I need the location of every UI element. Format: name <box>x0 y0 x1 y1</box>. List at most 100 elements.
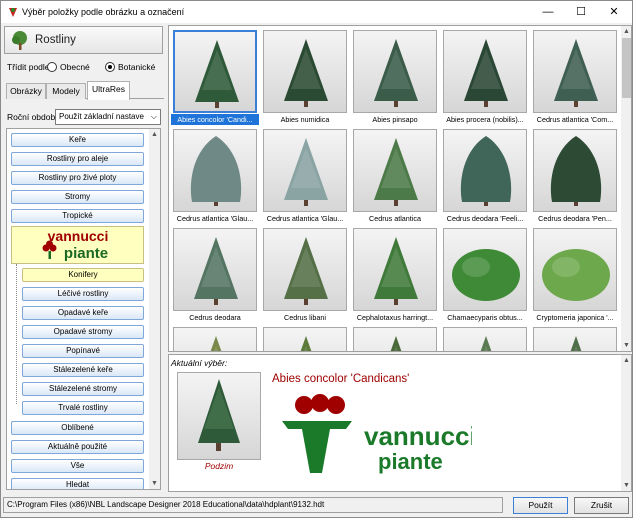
plant-thumbnail <box>173 228 257 311</box>
plant-tile[interactable]: Cryptomeria japonica '... <box>531 226 619 324</box>
plant-tile[interactable]: Chamaecyparis obtus... <box>441 226 529 324</box>
vannucci-piante-group[interactable]: vannucci piante <box>11 226 144 264</box>
plant-caption: Abies procera (nobilis)... <box>446 115 524 124</box>
plant-caption: Cedrus atlantica <box>369 214 421 223</box>
cancel-button[interactable]: Zrušit <box>574 497 629 514</box>
list-item[interactable]: Stromy <box>11 190 144 204</box>
sort-options: Třídit podle Obecné Botanické <box>7 61 165 75</box>
plant-tile[interactable] <box>441 325 529 351</box>
plant-thumbnail <box>353 129 437 212</box>
plant-thumbnail <box>443 327 527 351</box>
scroll-down-icon[interactable]: ▼ <box>149 478 160 489</box>
list-item[interactable]: Hledat <box>11 478 144 489</box>
view-tabs: Obrázky Modely UltraRes <box>6 81 164 100</box>
sub-list-item[interactable]: Stálezelené keře <box>22 363 144 377</box>
plant-tile[interactable]: Abies procera (nobilis)... <box>441 28 529 126</box>
plant-caption: Abies concolor 'Candi... <box>171 114 259 125</box>
plant-tile[interactable] <box>531 325 619 351</box>
plant-caption: Cedrus deodara 'Feeli... <box>446 214 524 223</box>
conifer-icon <box>284 138 328 206</box>
plant-thumbnail <box>443 129 527 212</box>
conifer-icon <box>374 237 418 305</box>
plant-tile[interactable]: Cedrus atlantica 'Glau... <box>171 127 259 225</box>
sub-list-item[interactable]: Konifery <box>22 268 144 282</box>
sort-common-radio[interactable] <box>47 62 57 72</box>
plant-tile[interactable]: Cedrus deodara <box>171 226 259 324</box>
category-header[interactable]: Rostliny <box>4 26 163 54</box>
list-item[interactable]: Keře <box>11 133 144 147</box>
scroll-down-icon[interactable]: ▼ <box>621 480 631 491</box>
conifer-icon <box>195 40 239 108</box>
list-item[interactable]: Oblíbené <box>11 421 144 435</box>
plant-caption: Abies numidica <box>280 115 330 124</box>
season-value: Použít základní nastave <box>59 112 144 121</box>
scroll-down-icon[interactable]: ▼ <box>621 340 631 351</box>
plant-tile[interactable]: Cedrus atlantica 'Glau... <box>261 127 349 225</box>
conifer-icon <box>300 336 312 351</box>
scroll-up-icon[interactable]: ▲ <box>621 26 631 37</box>
vannucci-logo-icon: vannucci piante <box>42 228 108 262</box>
grid-scrollbar[interactable]: ▲ ▼ <box>621 26 631 351</box>
plant-thumbnail <box>533 129 617 212</box>
plant-caption: Cedrus libani <box>284 313 326 322</box>
list-item[interactable]: Vše <box>11 459 144 473</box>
minimize-button[interactable]: — <box>533 1 563 23</box>
plant-tile[interactable]: Cephalotaxus harringt... <box>351 226 439 324</box>
list-item[interactable]: Rostliny pro živé ploty <box>11 171 144 185</box>
sort-botanical-radio[interactable] <box>105 62 115 72</box>
logo-word-piante: piante <box>378 449 443 474</box>
conifer-icon <box>464 39 508 107</box>
plant-thumbnail <box>263 327 347 351</box>
scroll-thumb[interactable] <box>622 38 631 98</box>
plant-caption: Cedrus deodara 'Pen... <box>538 214 612 223</box>
sort-common-label[interactable]: Obecné <box>60 62 90 72</box>
plant-tile[interactable]: Cedrus deodara 'Feeli... <box>441 127 529 225</box>
category-list: vannucci piante ▲ ▼ Keře Rostliny pro ale… <box>6 128 161 490</box>
plant-tile[interactable]: Cedrus libani <box>261 226 349 324</box>
logo-word-vannucci: vannucci <box>364 421 472 451</box>
tab-ultrares[interactable]: UltraRes <box>87 81 130 100</box>
plant-tile[interactable]: Abies concolor 'Candi... <box>171 28 259 126</box>
conifer-icon <box>374 138 418 206</box>
detail-scrollbar[interactable]: ▲ ▼ <box>621 355 631 491</box>
conifer-icon <box>570 336 582 351</box>
apply-button[interactable]: Použít <box>513 497 568 514</box>
vannucci-piante-logo-icon: vannucci piante <box>282 394 472 474</box>
tab-images[interactable]: Obrázky <box>6 83 46 99</box>
plant-tile[interactable]: Abies pinsapo <box>351 28 439 126</box>
plant-tile[interactable] <box>351 325 439 351</box>
current-selection-panel: Aktuální výběr: Podzim Abies concolor 'C… <box>168 354 632 492</box>
season-select[interactable]: Použít základní nastave ⌵ <box>55 109 161 125</box>
plant-tile[interactable] <box>261 325 349 351</box>
tab-models[interactable]: Modely <box>46 83 86 99</box>
current-selection-label: Aktuální výběr: <box>171 358 228 368</box>
plant-tile[interactable]: Cedrus atlantica <box>351 127 439 225</box>
dialog-window: Výběr položky podle obrázku a označení —… <box>0 0 633 518</box>
plant-thumbnail <box>263 129 347 212</box>
list-item[interactable]: Tropické <box>11 209 144 223</box>
close-button[interactable]: ✕ <box>599 1 629 23</box>
plant-thumbnail <box>443 30 527 113</box>
plant-tile[interactable]: Abies numidica <box>261 28 349 126</box>
sort-botanical-label[interactable]: Botanické <box>118 62 155 72</box>
sub-list-item[interactable]: Popínavé <box>22 344 144 358</box>
sub-list-item[interactable]: Stálezelené stromy <box>22 382 144 396</box>
conifer-icon <box>374 39 418 107</box>
scroll-up-icon[interactable]: ▲ <box>621 355 631 366</box>
sub-list-item[interactable]: Léčivé rostliny <box>22 287 144 301</box>
plant-tile[interactable]: Cedrus atlantica 'Com... <box>531 28 619 126</box>
sub-list-item[interactable]: Opadavé keře <box>22 306 144 320</box>
season-label: Roční obdob <box>7 112 56 122</box>
plant-thumbnail <box>353 30 437 113</box>
plant-tile[interactable]: Cedrus deodara 'Pen... <box>531 127 619 225</box>
list-item[interactable]: Aktuálně použité <box>11 440 144 454</box>
plant-caption: Cryptomeria japonica '... <box>536 313 614 322</box>
scroll-up-icon[interactable]: ▲ <box>149 129 160 140</box>
sub-list-item[interactable]: Opadavé stromy <box>22 325 144 339</box>
sub-list-item[interactable]: Trvalé rostliny <box>22 401 144 415</box>
category-scrollbar[interactable]: ▲ ▼ <box>149 129 160 489</box>
plant-thumbnail <box>353 327 437 351</box>
plant-tile[interactable] <box>171 325 259 351</box>
list-item[interactable]: Rostliny pro aleje <box>11 152 144 166</box>
maximize-button[interactable]: ☐ <box>566 1 596 23</box>
